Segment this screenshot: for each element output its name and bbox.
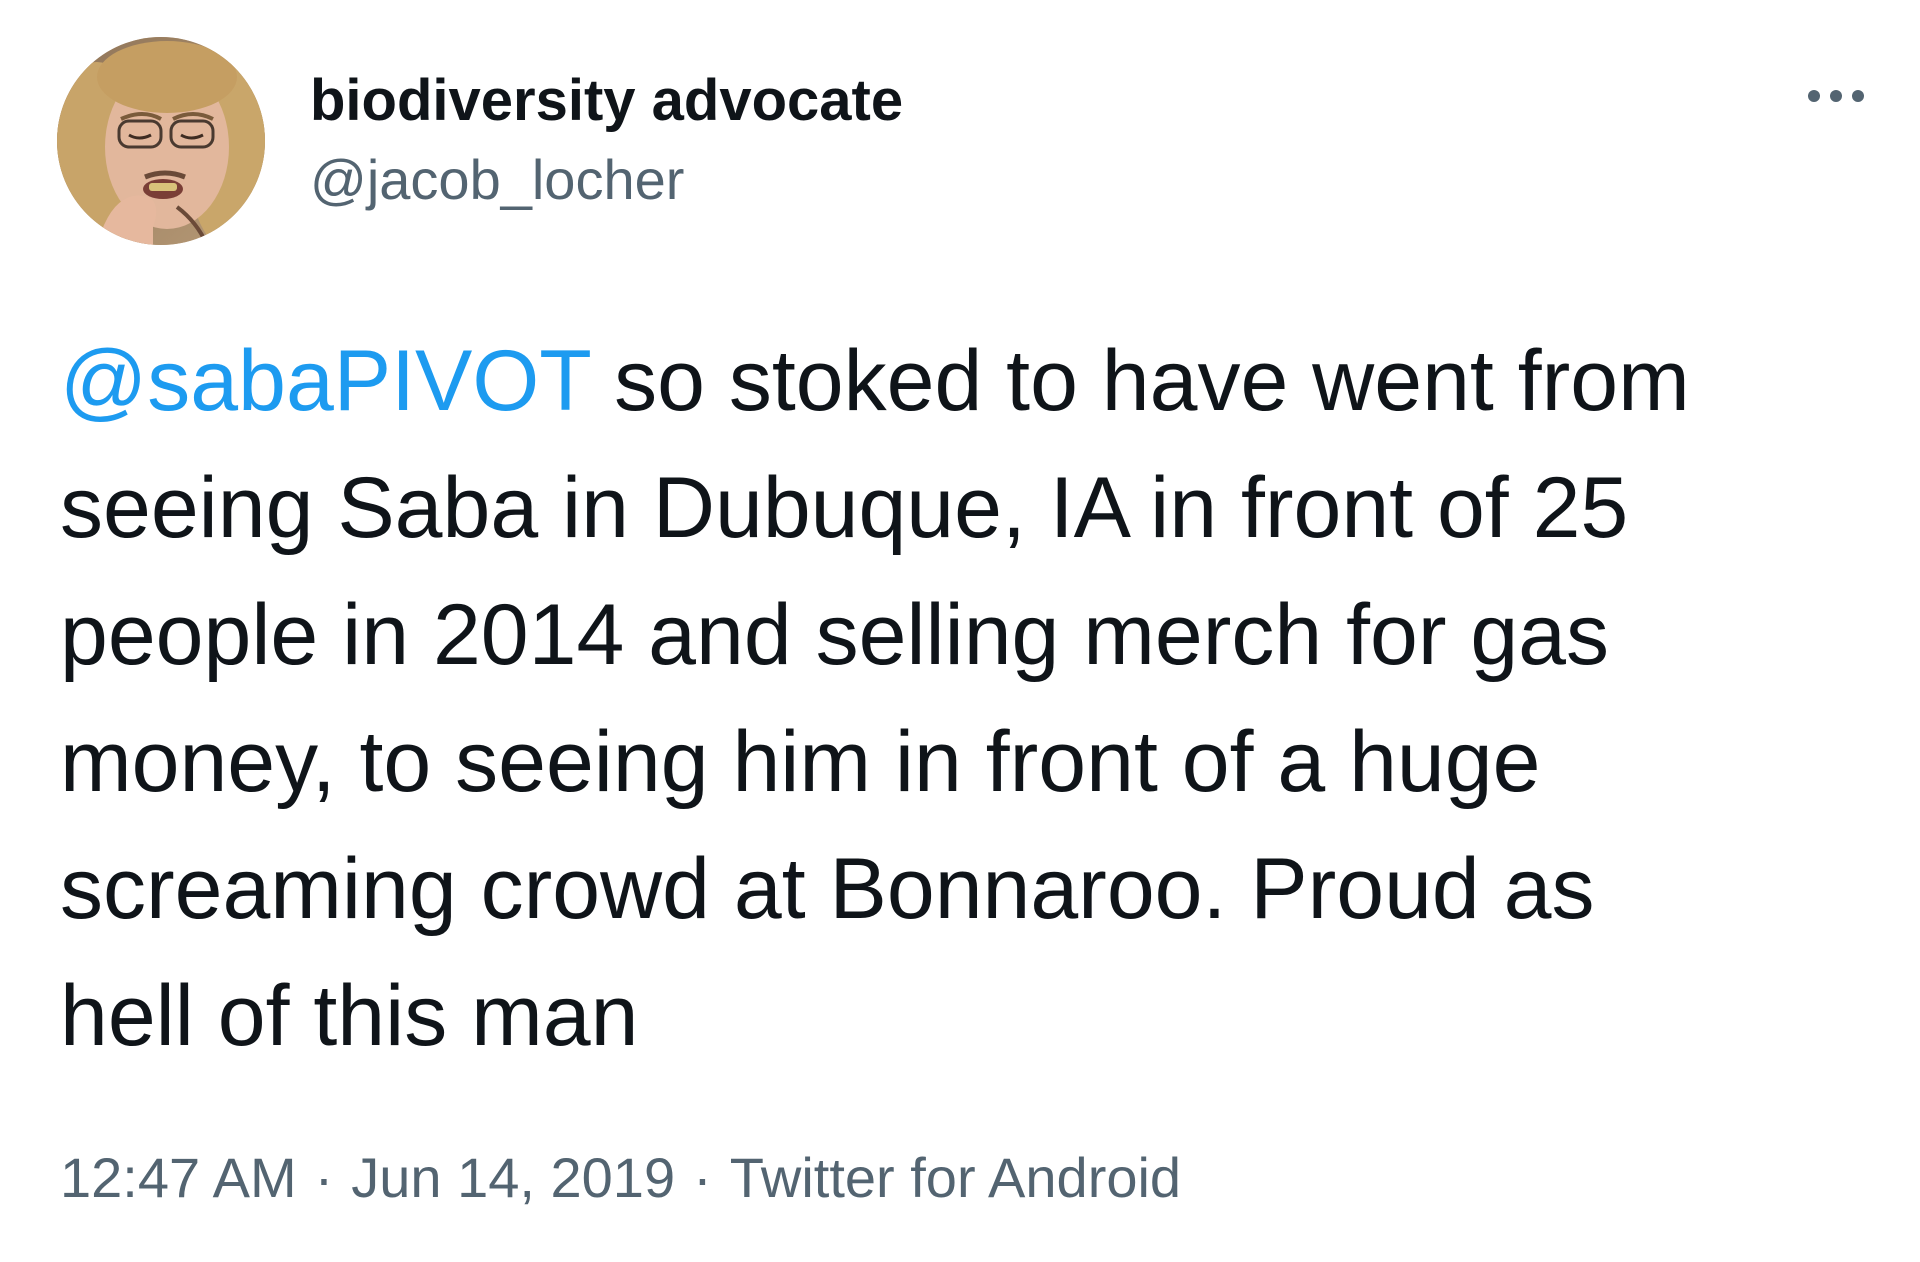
separator: · <box>693 1146 712 1209</box>
profile-photo <box>57 37 265 245</box>
tweet-metadata: 12:47 AM · Jun 14, 2019 · Twitter for Androi… <box>60 1144 1181 1212</box>
tweet-date-link[interactable]: Jun 14, 2019 <box>351 1146 675 1209</box>
mention-link[interactable]: @sabaPIVOT <box>60 333 590 429</box>
tweet-source-link[interactable]: Twitter for Android <box>730 1146 1181 1209</box>
tweet-line: seeing Saba in Dubuque, IA in front of 2… <box>60 460 1629 556</box>
tweet-line: screaming crowd at Bonnaroo. Proud as <box>60 841 1595 937</box>
tweet-line: @sabaPIVOT so stoked to have went from <box>60 318 1890 445</box>
tweet-line: people in 2014 and selling merch for gas <box>60 587 1610 683</box>
more-options-button[interactable] <box>1800 72 1872 120</box>
author-handle[interactable]: @jacob_locher <box>310 146 684 214</box>
avatar[interactable] <box>57 37 265 245</box>
more-horizontal-icon <box>1808 90 1864 102</box>
tweet-line-text: so stoked to have went from <box>590 333 1690 429</box>
tweet-time-link[interactable]: 12:47 AM <box>60 1146 297 1209</box>
separator: · <box>314 1146 334 1209</box>
author-display-name[interactable]: biodiversity advocate <box>310 66 903 136</box>
tweet-line: money, to seeing him in front of a huge <box>60 714 1541 810</box>
tweet-text: @sabaPIVOT so stoked to have went from s… <box>60 318 1890 1080</box>
tweet-line: hell of this man <box>60 968 639 1064</box>
